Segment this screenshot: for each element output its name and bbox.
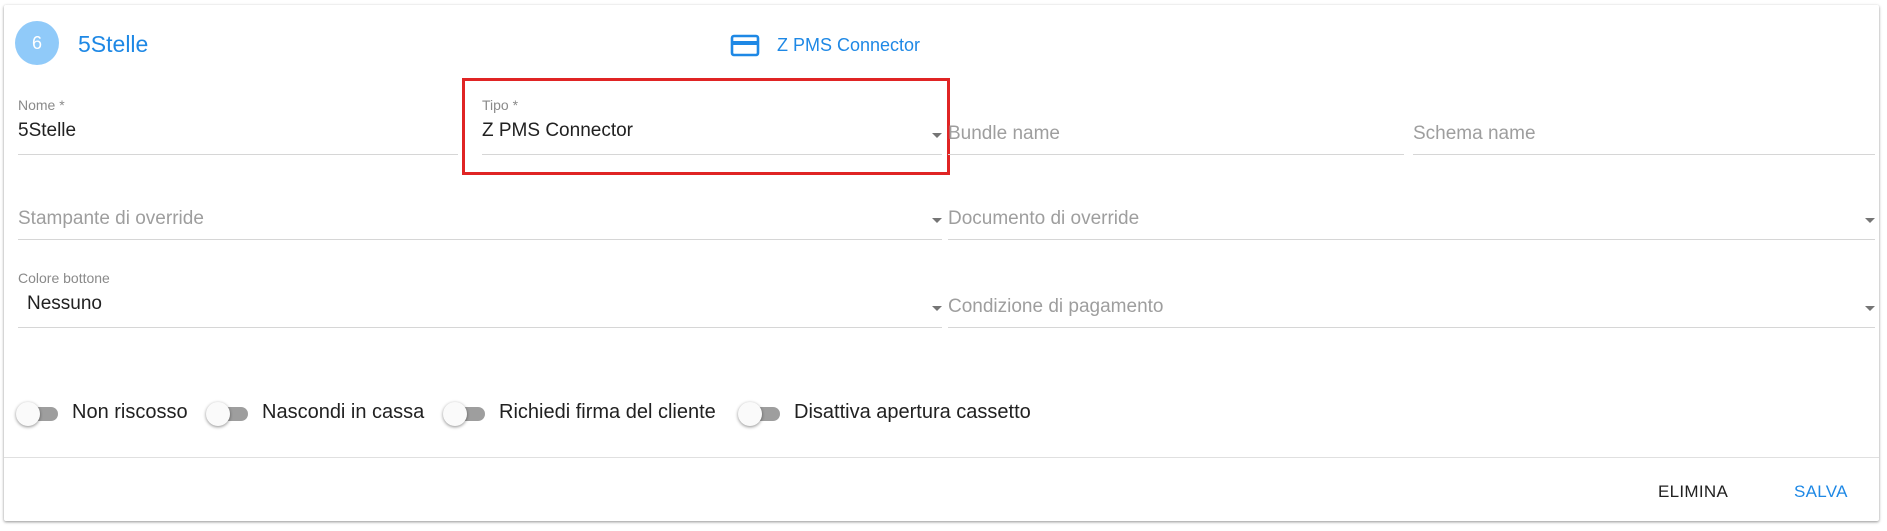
avatar-number: 6 (31, 32, 42, 53)
credit-card-icon (730, 34, 760, 57)
toggle-switch[interactable] (206, 402, 250, 426)
toggle-thumb[interactable] (206, 402, 230, 426)
documento-override-select[interactable]: Documento di override (948, 182, 1875, 240)
tipo-highlight-box (462, 78, 950, 175)
condizione-pagamento-select[interactable]: Condizione di pagamento (948, 270, 1875, 328)
avatar: 6 (15, 21, 59, 65)
actions-divider (4, 457, 1879, 458)
bundle-name-placeholder[interactable]: Bundle name (948, 123, 1060, 145)
toggle-label: Nascondi in cassa (262, 401, 425, 423)
payment-method-card: 6 5Stelle Z PMS Connector Nome * 5Stelle… (4, 5, 1879, 521)
stampante-override-select[interactable]: Stampante di override (18, 182, 942, 240)
toggle-thumb[interactable] (443, 402, 467, 426)
toggle-thumb[interactable] (738, 402, 762, 426)
toggle-label: Non riscosso (72, 401, 188, 423)
stampante-override-placeholder[interactable]: Stampante di override (18, 208, 204, 230)
colore-bottone-value[interactable]: Nessuno (27, 293, 102, 315)
chevron-down-icon[interactable] (932, 218, 942, 223)
toggle-switch[interactable] (738, 402, 782, 426)
schema-name-field[interactable]: Schema name (1413, 97, 1875, 155)
nome-value[interactable]: 5Stelle (18, 120, 76, 142)
toggle-label: Disattiva apertura cassetto (794, 401, 1031, 423)
toggle-switch[interactable] (16, 402, 60, 426)
toggle-switch[interactable] (443, 402, 487, 426)
toggle-thumb[interactable] (16, 402, 40, 426)
chevron-down-icon[interactable] (932, 306, 942, 311)
chevron-down-icon[interactable] (1865, 306, 1875, 311)
condizione-pagamento-placeholder[interactable]: Condizione di pagamento (948, 296, 1164, 318)
toggle-label: Richiedi firma del cliente (499, 401, 716, 423)
documento-override-placeholder[interactable]: Documento di override (948, 208, 1139, 230)
card-title: 5Stelle (78, 31, 149, 57)
schema-name-placeholder[interactable]: Schema name (1413, 123, 1536, 145)
delete-button[interactable]: ELIMINA (1644, 474, 1742, 510)
colore-bottone-select[interactable]: Colore bottone Nessuno (18, 270, 942, 328)
type-label: Z PMS Connector (777, 35, 921, 55)
save-button[interactable]: SALVA (1780, 474, 1862, 510)
nome-label: Nome * (18, 97, 65, 113)
bundle-name-field[interactable]: Bundle name (948, 97, 1404, 155)
chevron-down-icon[interactable] (1865, 218, 1875, 223)
colore-bottone-label: Colore bottone (18, 270, 110, 286)
nome-field[interactable]: Nome * 5Stelle (18, 97, 458, 155)
